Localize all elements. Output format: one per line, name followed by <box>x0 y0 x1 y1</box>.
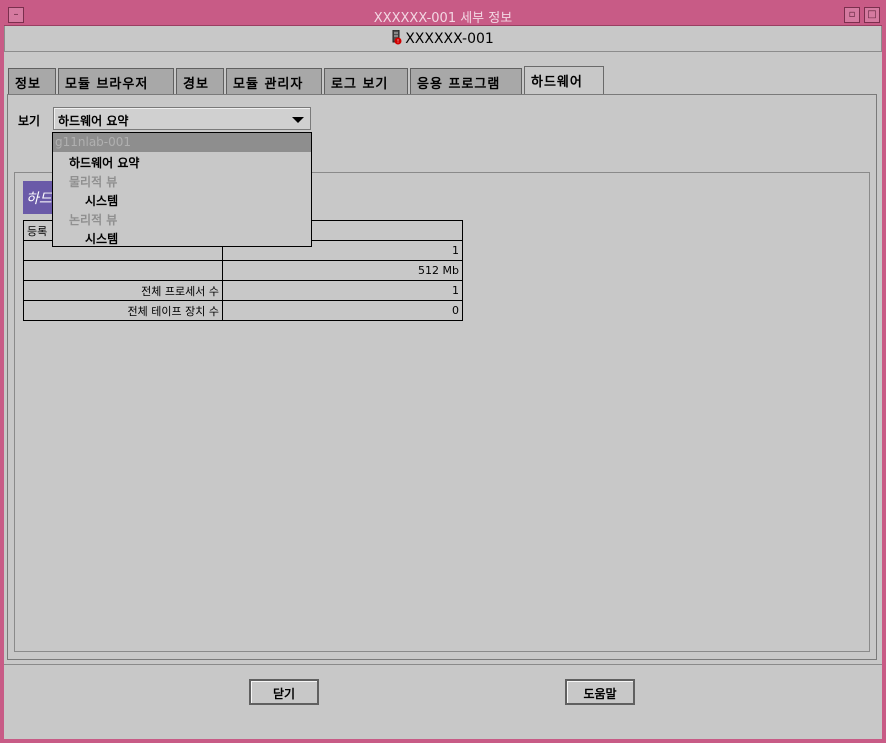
host-header: ! XXXXXX-001 <box>4 26 882 52</box>
table-row: 전체 프로세서 수 1 <box>23 280 463 301</box>
tab-module-manager[interactable]: 모듈 관리자 <box>226 68 322 94</box>
row-value: 512 Mb <box>222 260 463 281</box>
tab-info[interactable]: 정보 <box>8 68 56 94</box>
row-label: 전체 프로세서 수 <box>23 280 223 301</box>
tab-log-view[interactable]: 로그 보기 <box>324 68 408 94</box>
tab-module-browser[interactable]: 모듈 브라우저 <box>58 68 174 94</box>
tab-alarms[interactable]: 경보 <box>176 68 224 94</box>
tab-hardware[interactable]: 하드웨어 <box>524 66 604 95</box>
details-window: – XXXXXX-001 세부 정보 ▫ □ ! XXXXXX-001 정보 모… <box>0 0 886 743</box>
window-title: XXXXXX-001 세부 정보 <box>373 11 513 26</box>
dropdown-group-physical-view: 물리적 뷰 <box>69 175 118 189</box>
row-value: 0 <box>222 300 463 321</box>
button-bar: 닫기 도움말 <box>4 664 882 739</box>
svg-text:!: ! <box>397 39 399 45</box>
minimize-button[interactable]: ▫ <box>844 7 860 23</box>
dropdown-item-physical-system[interactable]: 시스템 <box>53 190 311 209</box>
view-dropdown-list[interactable]: g11nlab-001 하드웨어 요약 물리적 뷰 시스템 논리적 뷰 시스템 <box>52 132 312 247</box>
server-alarm-icon: ! <box>392 29 402 45</box>
maximize-button[interactable]: □ <box>864 7 880 23</box>
table-row: 전체 테이프 장치 수 0 <box>23 300 463 321</box>
title-bar[interactable]: – XXXXXX-001 세부 정보 ▫ □ <box>4 4 882 26</box>
row-value: 1 <box>222 280 463 301</box>
view-selected-value: 하드웨어 요약 <box>58 114 129 128</box>
dropdown-group-logical-view: 논리적 뷰 <box>69 213 118 227</box>
table-row: 512 Mb <box>23 260 463 281</box>
row-label <box>23 260 223 281</box>
dropdown-item-host[interactable]: g11nlab-001 <box>53 133 311 152</box>
row-label: 전체 테이프 장치 수 <box>23 300 223 321</box>
dropdown-item-hardware-summary[interactable]: 하드웨어 요약 <box>53 152 311 171</box>
view-label: 보기 <box>18 114 41 128</box>
dropdown-item-logical-system[interactable]: 시스템 <box>53 228 311 247</box>
close-button[interactable]: 닫기 <box>249 679 319 705</box>
chevron-down-icon[interactable] <box>292 117 304 123</box>
view-select[interactable]: 하드웨어 요약 <box>53 107 311 130</box>
tab-applications[interactable]: 응용 프로그램 <box>410 68 522 94</box>
host-name: XXXXXX-001 <box>405 31 494 47</box>
help-button[interactable]: 도움말 <box>565 679 635 705</box>
